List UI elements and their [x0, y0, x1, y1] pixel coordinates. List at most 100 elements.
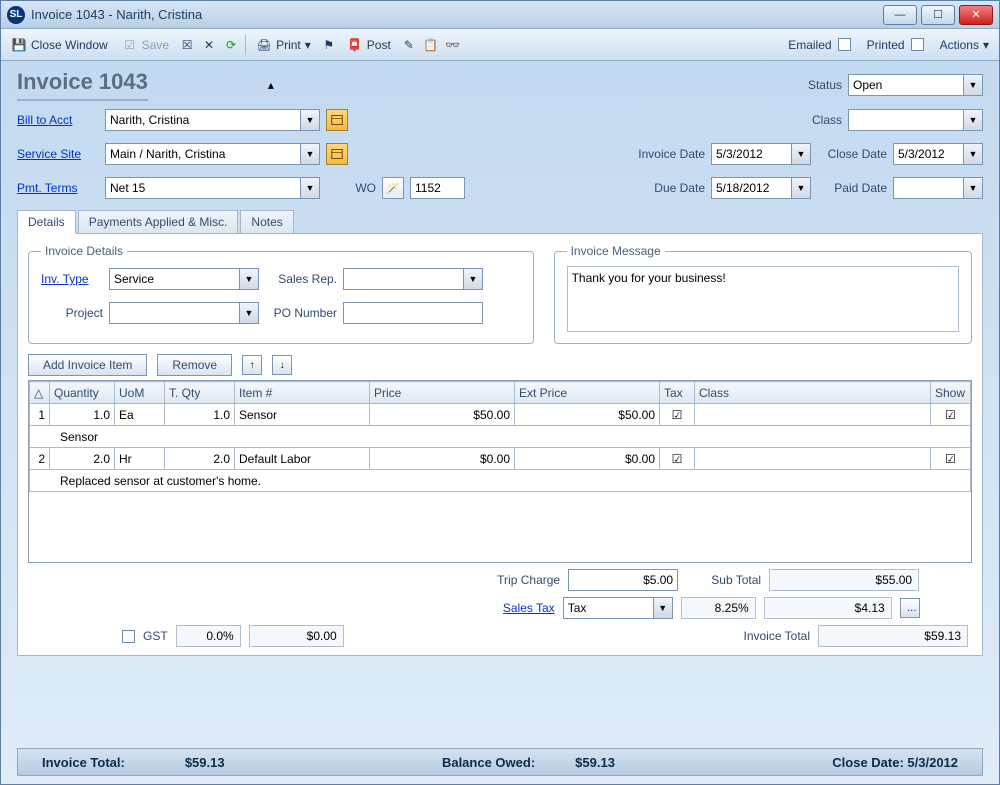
project-combo[interactable]: ▼ — [109, 302, 259, 324]
service-site-lookup[interactable] — [326, 143, 348, 165]
invoice-message-text[interactable]: Thank you for your business! — [567, 266, 959, 332]
remove-button[interactable]: Remove — [157, 354, 232, 376]
sales-tax-more-button[interactable]: … — [900, 598, 920, 618]
cell-qty[interactable]: 2.0 — [50, 448, 115, 470]
paid-date-combo[interactable]: ▼ — [893, 177, 983, 199]
wo-lookup[interactable]: 🪄 — [382, 177, 404, 199]
invoice-date-combo[interactable]: ▼ — [711, 143, 811, 165]
chevron-down-icon[interactable]: ▼ — [963, 74, 983, 96]
sales-tax-label[interactable]: Sales Tax — [475, 601, 555, 615]
bill-to-label[interactable]: Bill to Acct — [17, 113, 99, 127]
sales-tax-type[interactable] — [563, 597, 653, 619]
tab-notes[interactable]: Notes — [240, 210, 293, 234]
col-expand[interactable]: △ — [30, 382, 50, 404]
chevron-down-icon[interactable]: ▼ — [963, 109, 983, 131]
col-extprice[interactable]: Ext Price — [515, 382, 660, 404]
tab-details[interactable]: Details — [17, 210, 76, 234]
cell-price[interactable]: $50.00 — [370, 404, 515, 426]
close-window-button[interactable]: 💾 Close Window — [7, 35, 112, 55]
refresh-icon[interactable]: ⟳ — [223, 37, 239, 53]
cell-uom[interactable]: Hr — [115, 448, 165, 470]
delete-icon[interactable]: ✕ — [201, 37, 217, 53]
save-button[interactable]: ☑ Save — [118, 35, 173, 55]
table-row[interactable]: 2 2.0 Hr 2.0 Default Labor $0.00 $0.00 ☑… — [30, 448, 971, 470]
project-field[interactable] — [109, 302, 239, 324]
due-date-combo[interactable]: ▼ — [711, 177, 811, 199]
edit-icon[interactable]: ✎ — [401, 37, 417, 53]
cell-tqty[interactable]: 1.0 — [165, 404, 235, 426]
col-tax[interactable]: Tax — [660, 382, 695, 404]
undo-icon[interactable]: ☒ — [179, 37, 195, 53]
cell-desc[interactable]: Replaced sensor at customer's home. — [30, 470, 971, 492]
print-button[interactable]: 🖨 Print ▾ — [252, 35, 315, 55]
maximize-button[interactable]: ☐ — [921, 5, 955, 25]
cell-show[interactable]: ☑ — [931, 404, 971, 426]
col-class[interactable]: Class — [695, 382, 931, 404]
chevron-down-icon[interactable]: ▼ — [300, 109, 320, 131]
chevron-down-icon[interactable]: ▼ — [791, 177, 811, 199]
add-invoice-item-button[interactable]: Add Invoice Item — [28, 354, 147, 376]
close-date-combo[interactable]: ▼ — [893, 143, 983, 165]
cell-tax[interactable]: ☑ — [660, 448, 695, 470]
service-site-field[interactable] — [105, 143, 300, 165]
chevron-down-icon[interactable]: ▼ — [963, 143, 983, 165]
col-uom[interactable]: UoM — [115, 382, 165, 404]
cell-class[interactable] — [695, 448, 931, 470]
status-combo[interactable]: ▼ — [848, 74, 983, 96]
cell-uom[interactable]: Ea — [115, 404, 165, 426]
cell-show[interactable]: ☑ — [931, 448, 971, 470]
cell-tax[interactable]: ☑ — [660, 404, 695, 426]
table-row[interactable]: 1 1.0 Ea 1.0 Sensor $50.00 $50.00 ☑ ☑ — [30, 404, 971, 426]
cell-tqty[interactable]: 2.0 — [165, 448, 235, 470]
service-site-combo[interactable]: ▼ — [105, 143, 320, 165]
close-date-field[interactable] — [893, 143, 963, 165]
cell-price[interactable]: $0.00 — [370, 448, 515, 470]
emailed-checkbox[interactable] — [838, 38, 851, 51]
close-button[interactable]: ✕ — [959, 5, 993, 25]
sales-tax-combo[interactable]: ▼ — [563, 597, 673, 619]
service-site-label[interactable]: Service Site — [17, 147, 99, 161]
table-row-desc[interactable]: Sensor — [30, 426, 971, 448]
move-down-button[interactable]: ↓ — [272, 355, 292, 375]
chevron-down-icon[interactable]: ▼ — [300, 177, 320, 199]
col-item[interactable]: Item # — [235, 382, 370, 404]
po-field[interactable] — [343, 302, 483, 324]
paid-date-field[interactable] — [893, 177, 963, 199]
cell-ext[interactable]: $0.00 — [515, 448, 660, 470]
due-date-field[interactable] — [711, 177, 791, 199]
cell-ext[interactable]: $50.00 — [515, 404, 660, 426]
class-combo[interactable]: ▼ — [848, 109, 983, 131]
invoice-date-field[interactable] — [711, 143, 791, 165]
class-field[interactable] — [848, 109, 963, 131]
chevron-down-icon[interactable]: ▼ — [239, 268, 259, 290]
sales-rep-field[interactable] — [343, 268, 463, 290]
actions-menu[interactable]: Actions ▾ — [936, 36, 993, 54]
col-quantity[interactable]: Quantity — [50, 382, 115, 404]
inv-type-field[interactable] — [109, 268, 239, 290]
col-show[interactable]: Show — [931, 382, 971, 404]
collapse-icon[interactable]: ▴ — [268, 78, 274, 92]
chevron-down-icon[interactable]: ▼ — [791, 143, 811, 165]
chevron-down-icon[interactable]: ▼ — [239, 302, 259, 324]
minimize-button[interactable]: — — [883, 5, 917, 25]
pmt-terms-field[interactable] — [105, 177, 300, 199]
status-field[interactable] — [848, 74, 963, 96]
chevron-down-icon[interactable]: ▼ — [963, 177, 983, 199]
clipboard-icon[interactable]: 📋 — [423, 37, 439, 53]
col-tqty[interactable]: T. Qty — [165, 382, 235, 404]
inv-type-combo[interactable]: ▼ — [109, 268, 259, 290]
cell-item[interactable]: Default Labor — [235, 448, 370, 470]
bill-to-field[interactable] — [105, 109, 300, 131]
cell-item[interactable]: Sensor — [235, 404, 370, 426]
cell-desc[interactable]: Sensor — [30, 426, 971, 448]
col-price[interactable]: Price — [370, 382, 515, 404]
pmt-terms-combo[interactable]: ▼ — [105, 177, 320, 199]
sales-rep-combo[interactable]: ▼ — [343, 268, 483, 290]
flag-icon[interactable]: ⚑ — [321, 37, 337, 53]
inv-type-label[interactable]: Inv. Type — [41, 272, 103, 286]
gst-checkbox[interactable] — [122, 630, 135, 643]
trip-charge-field[interactable] — [568, 569, 678, 591]
move-up-button[interactable]: ↑ — [242, 355, 262, 375]
pmt-terms-label[interactable]: Pmt. Terms — [17, 181, 99, 195]
table-row-desc[interactable]: Replaced sensor at customer's home. — [30, 470, 971, 492]
